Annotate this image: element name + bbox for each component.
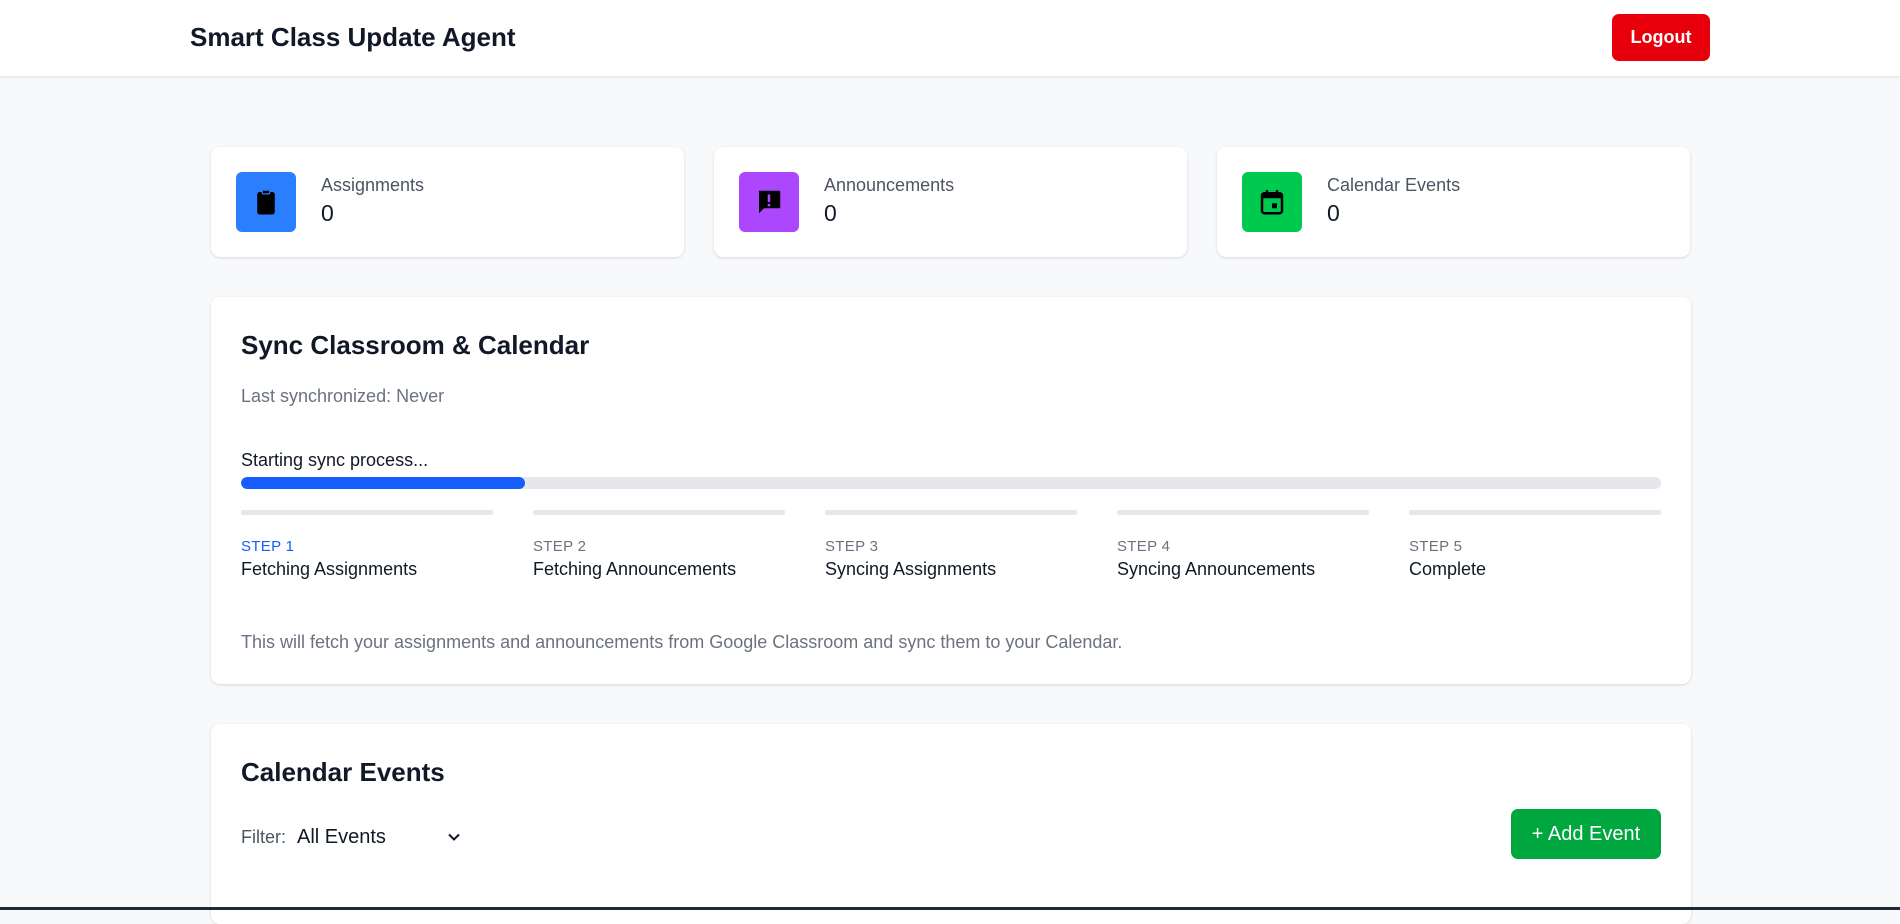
app-title: Smart Class Update Agent: [190, 22, 516, 52]
step-number: STEP 5: [1409, 538, 1463, 555]
stat-value: 0: [1327, 200, 1340, 226]
progress-status-text: Starting sync process...: [241, 450, 429, 470]
sync-panel: Sync Classroom & Calendar Last synchroni…: [211, 297, 1691, 684]
sync-steps: STEP 1 Fetching Assignments STEP 2 Fetch…: [241, 510, 1661, 580]
filter-select[interactable]: All Events: [297, 821, 462, 853]
stat-label: Announcements: [824, 175, 955, 195]
sync-description: This will fetch your assignments and ann…: [241, 632, 1123, 652]
step-name: Syncing Announcements: [1117, 559, 1316, 579]
main-content: Assignments 0 Announcements 0 Calendar E…: [211, 147, 1691, 924]
clipboard-icon: [236, 172, 296, 232]
step-1: STEP 1 Fetching Assignments: [241, 510, 493, 580]
stat-card-assignments: Assignments 0: [211, 147, 684, 257]
logout-button[interactable]: Logout: [1612, 14, 1710, 61]
calendar-events-title: Calendar Events: [241, 757, 445, 787]
step-number: STEP 2: [533, 538, 587, 555]
progress-bar-fill: [241, 477, 525, 489]
progress-bar: [241, 477, 1661, 489]
stat-card-calendar-events: Calendar Events 0: [1217, 147, 1690, 257]
step-3: STEP 3 Syncing Assignments: [825, 510, 1077, 580]
step-indicator-bar: [533, 510, 785, 515]
stats-row: Assignments 0 Announcements 0 Calendar E…: [211, 147, 1691, 257]
last-synchronized-text: Last synchronized: Never: [241, 386, 445, 406]
step-indicator-bar: [825, 510, 1077, 515]
step-indicator-bar: [241, 510, 493, 515]
step-2: STEP 2 Fetching Announcements: [533, 510, 785, 580]
step-name: Syncing Assignments: [825, 559, 997, 579]
add-event-button[interactable]: + Add Event: [1511, 809, 1661, 859]
step-name: Fetching Announcements: [533, 559, 737, 579]
filter-label: Filter:: [241, 827, 286, 847]
stat-value: 0: [824, 200, 837, 226]
step-4: STEP 4 Syncing Announcements: [1117, 510, 1369, 580]
step-indicator-bar: [1409, 510, 1661, 515]
stat-label: Calendar Events: [1327, 175, 1461, 195]
message-alert-icon: [739, 172, 799, 232]
step-name: Fetching Assignments: [241, 559, 418, 579]
step-5: STEP 5 Complete: [1409, 510, 1661, 580]
filter-selected-value: All Events: [297, 825, 386, 848]
step-indicator-bar: [1117, 510, 1369, 515]
calendar-events-panel: Calendar Events Filter: All Events + Add…: [211, 724, 1691, 924]
step-number: STEP 1: [241, 538, 295, 555]
stat-value: 0: [321, 200, 334, 226]
calendar-icon: [1242, 172, 1302, 232]
step-number: STEP 3: [825, 538, 879, 555]
top-navbar: Smart Class Update Agent Logout: [0, 0, 1900, 77]
sync-title: Sync Classroom & Calendar: [241, 330, 590, 360]
stat-card-announcements: Announcements 0: [714, 147, 1187, 257]
step-number: STEP 4: [1117, 538, 1171, 555]
stat-label: Assignments: [321, 175, 425, 195]
step-name: Complete: [1409, 559, 1487, 579]
chevron-down-icon: [448, 833, 460, 841]
